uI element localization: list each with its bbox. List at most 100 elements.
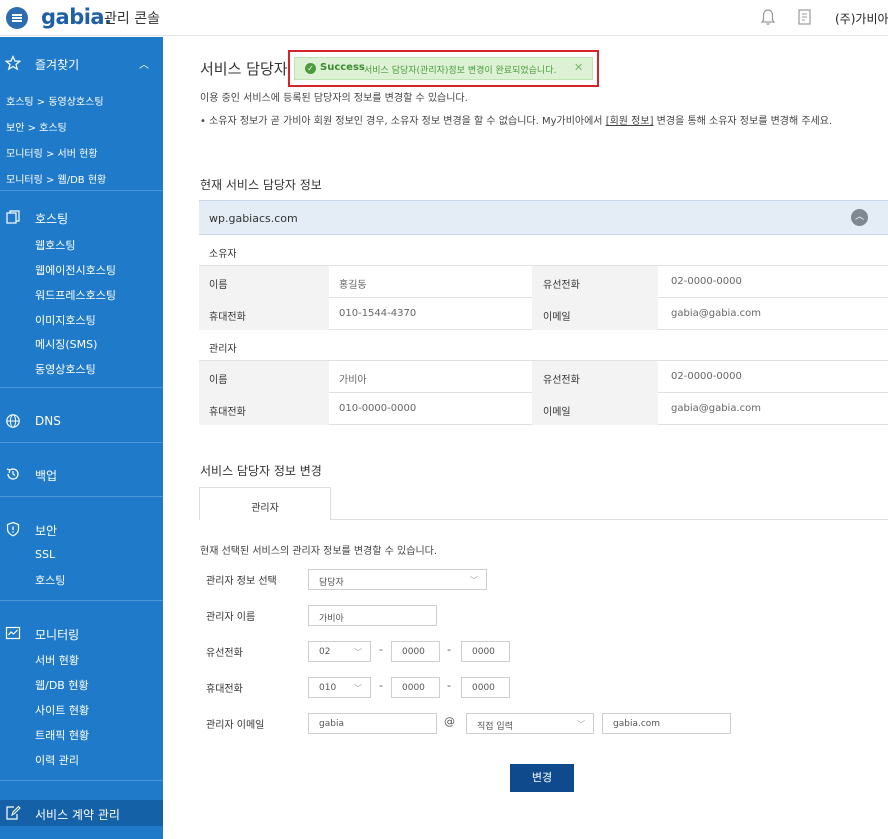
bell-icon[interactable] [760, 8, 776, 26]
owner-notice-pre: • 소유자 정보가 곧 가비아 회원 정보인 경우, 소유자 정보 변경을 할 … [200, 116, 606, 127]
sidebar-item-web-db-status[interactable]: 웹/DB 현황 [35, 677, 89, 693]
main-content: 서비스 담당자 ✓ Success 서비스 담당자(관리자)정보 변경이 완료되… [163, 37, 888, 839]
phone-prefix-value: 02 [319, 647, 331, 657]
email-domain-select-value: 직접 입력 [477, 722, 513, 732]
sidebar-monitoring-header[interactable]: 모니터링 [0, 622, 163, 646]
admin-name-input[interactable]: 가비아 [308, 605, 437, 626]
mobile-prefix-value: 010 [319, 683, 337, 693]
tab-divider [331, 519, 888, 520]
shield-icon [6, 521, 20, 537]
sidebar-item-image-hosting[interactable]: 이미지호스팅 [35, 312, 96, 328]
sidebar-fav-item[interactable]: 보안 > 호스팅 [6, 119, 67, 134]
email-domain-input[interactable]: gabia.com [602, 713, 731, 734]
sidebar-contract-header[interactable]: 서비스 계약 관리 [0, 802, 163, 826]
email-id-value: gabia [319, 719, 344, 729]
mobile-last-value: 0000 [472, 683, 495, 693]
sidebar-monitoring-label: 모니터링 [35, 628, 80, 642]
owner-phone-value: 02-0000-0000 [671, 276, 742, 287]
admin-info-select-value: 담당자 [319, 578, 344, 588]
backup-icon [6, 468, 19, 480]
chevron-up-icon[interactable]: ︿ [139, 56, 149, 71]
monitor-chart-icon [5, 626, 21, 640]
sidebar-item-traffic-status[interactable]: 트래픽 현황 [35, 727, 89, 743]
mobile-last-input[interactable]: 0000 [461, 677, 510, 698]
copy-icon [6, 210, 20, 224]
close-icon[interactable]: ✕ [574, 61, 583, 74]
domain-name: wp.gabiacs.com [209, 212, 298, 225]
dash-separator: - [379, 679, 383, 692]
admin-name-input-value: 가비아 [319, 614, 344, 624]
email-domain-value: gabia.com [613, 719, 661, 729]
table-row: 휴대전화 010-1544-4370 이메일 gabia@gabia.com [199, 298, 888, 330]
mobile-mid-input[interactable]: 0000 [391, 677, 440, 698]
current-info-title: 현재 서비스 담당자 정보 [200, 178, 322, 192]
toast-message: 서비스 담당자(관리자)정보 변경이 완료되었습니다. [364, 66, 557, 76]
dash-separator: - [447, 679, 451, 692]
sidebar-hosting-header[interactable]: 호스팅 [0, 206, 163, 230]
owner-email-label: 이메일 [543, 312, 571, 323]
phone-mid-value: 0000 [402, 647, 425, 657]
owner-email-value: gabia@gabia.com [671, 308, 761, 319]
table-row: 이름 가비아 유선전화 02-0000-0000 [199, 361, 888, 393]
admin-group-label: 관리자 [209, 344, 237, 355]
chevron-down-icon: ﹀ [354, 684, 362, 693]
email-id-input[interactable]: gabia [308, 713, 437, 734]
sidebar-dns-header[interactable]: DNS [0, 410, 163, 434]
phone-prefix-select[interactable]: 02 ﹀ [308, 641, 371, 662]
admin-name-value: 가비아 [339, 375, 367, 386]
owner-group-label: 소유자 [209, 249, 237, 260]
sidebar-divider [0, 496, 163, 497]
admin-mobile-value: 010-0000-0000 [339, 403, 417, 414]
success-toast-highlight: ✓ Success 서비스 담당자(관리자)정보 변경이 완료되었습니다. ✕ [288, 50, 599, 87]
sidebar-item-web-hosting[interactable]: 웹호스팅 [35, 237, 75, 253]
submit-change-button[interactable]: 변경 [510, 764, 574, 792]
sidebar-divider [0, 600, 163, 601]
sidebar-security-header[interactable]: 보안 [0, 518, 163, 542]
phone-mid-input[interactable]: 0000 [391, 641, 440, 662]
gabia-logo[interactable]: gabia. [41, 5, 112, 29]
table-row: 휴대전화 010-0000-0000 이메일 gabia@gabia.com [199, 393, 888, 425]
sidebar-dns-label: DNS [35, 414, 61, 428]
sidebar-item-site-status[interactable]: 사이트 현황 [35, 702, 89, 718]
domain-row[interactable]: wp.gabiacs.com ︿ [199, 200, 888, 235]
company-name[interactable]: (주)가비아 [835, 10, 888, 27]
sidebar-favorites-header[interactable]: 즐겨찾기 ︿ [0, 52, 163, 76]
tab-admin[interactable]: 관리자 [199, 487, 331, 520]
sidebar-divider [0, 387, 163, 388]
owner-name-value: 홍길동 [339, 280, 367, 291]
admin-info-select[interactable]: 담당자 ﹀ [308, 569, 487, 590]
sidebar-fav-item[interactable]: 호스팅 > 동영상호스팅 [6, 93, 104, 108]
admin-select-label: 관리자 정보 선택 [206, 576, 277, 587]
document-icon[interactable] [797, 8, 813, 26]
sidebar-item-security-hosting[interactable]: 호스팅 [35, 572, 65, 588]
sidebar-backup-header[interactable]: 백업 [0, 463, 163, 487]
admin-phone-label: 유선전화 [206, 648, 243, 659]
owner-group-row: 소유자 [199, 235, 888, 266]
chevron-down-icon: ﹀ [470, 576, 478, 585]
member-info-link[interactable]: [회원 정보] [606, 116, 654, 127]
sidebar-item-wordpress-hosting[interactable]: 워드프레스호스팅 [35, 287, 116, 303]
sidebar-item-sms[interactable]: 메시징(SMS) [35, 336, 97, 352]
sidebar: 즐겨찾기 ︿ 호스팅 > 동영상호스팅 보안 > 호스팅 모니터링 > 서버 현… [0, 37, 163, 839]
sidebar-item-agency-hosting[interactable]: 웹에이전시호스팅 [35, 262, 116, 278]
email-domain-select[interactable]: 직접 입력 ﹀ [466, 713, 594, 734]
sidebar-item-server-status[interactable]: 서버 현황 [35, 652, 79, 668]
table-row: 이름 홍길동 유선전화 02-0000-0000 [199, 266, 888, 298]
sidebar-item-ssl[interactable]: SSL [35, 548, 55, 561]
sidebar-favorites-label: 즐겨찾기 [35, 58, 80, 72]
sidebar-fav-item[interactable]: 모니터링 > 웹/DB 현황 [6, 171, 106, 186]
phone-last-input[interactable]: 0000 [461, 641, 510, 662]
sidebar-divider [0, 442, 163, 443]
sidebar-fav-item[interactable]: 모니터링 > 서버 현황 [6, 145, 98, 160]
sidebar-divider [0, 190, 163, 191]
admin-email-value: gabia@gabia.com [671, 403, 761, 414]
admin-mobile-label: 휴대전화 [206, 684, 243, 695]
check-circle-icon: ✓ [305, 63, 316, 74]
tab-admin-label: 관리자 [251, 503, 279, 514]
sidebar-item-history[interactable]: 이력 관리 [35, 752, 79, 768]
chevron-up-icon[interactable]: ︿ [851, 209, 868, 226]
menu-icon[interactable] [6, 7, 28, 29]
sidebar-item-video-hosting[interactable]: 동영상호스팅 [35, 361, 96, 377]
mobile-prefix-select[interactable]: 010 ﹀ [308, 677, 371, 698]
sidebar-security-label: 보안 [35, 524, 58, 538]
